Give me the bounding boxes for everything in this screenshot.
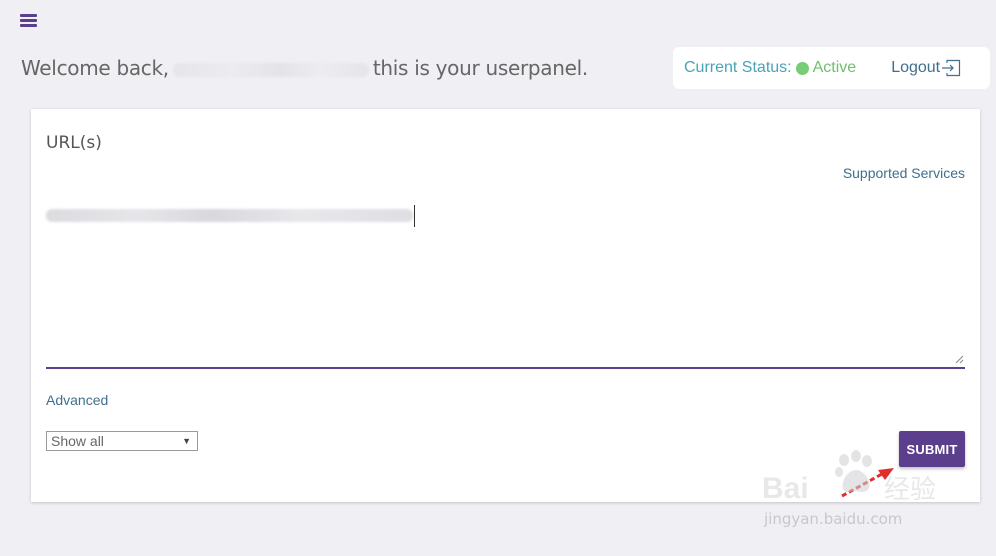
status-value: Active: [812, 59, 857, 76]
status-indicator-icon: [795, 61, 809, 75]
logout-icon: [942, 59, 961, 77]
filter-select[interactable]: Show all ▼: [46, 431, 198, 451]
watermark-url: jingyan.baidu.com: [764, 510, 903, 528]
welcome-message: Welcome back, this is your userpanel.: [21, 56, 588, 80]
welcome-prefix: Welcome back,: [21, 56, 169, 80]
redacted-username: [172, 62, 369, 77]
advanced-link[interactable]: Advanced: [46, 392, 108, 408]
user-panel-page: Welcome back, this is your userpanel. Cur…: [0, 0, 996, 556]
redacted-url-text: [46, 209, 413, 222]
url-field-label: URL(s): [46, 133, 102, 153]
logout-label: Logout: [891, 59, 941, 76]
supported-services-link[interactable]: Supported Services: [843, 165, 965, 181]
status-label: Current Status:: [684, 59, 792, 76]
hamburger-menu-icon[interactable]: [20, 14, 37, 27]
welcome-suffix: this is your userpanel.: [372, 56, 588, 80]
text-caret: [414, 205, 415, 227]
watermark-brand-cn: 经验: [884, 475, 936, 505]
url-form-card: URL(s) Supported Services Advanced Show …: [31, 109, 980, 502]
status-panel: Current Status: Active Logout: [673, 47, 990, 89]
resize-grip-icon[interactable]: [955, 355, 964, 364]
dropdown-arrow-icon: ▼: [182, 436, 191, 446]
watermark-brand: Bai: [762, 472, 809, 505]
filter-selected-value: Show all: [51, 433, 104, 449]
url-textarea[interactable]: [46, 199, 965, 369]
logout-link[interactable]: Logout: [891, 59, 961, 77]
